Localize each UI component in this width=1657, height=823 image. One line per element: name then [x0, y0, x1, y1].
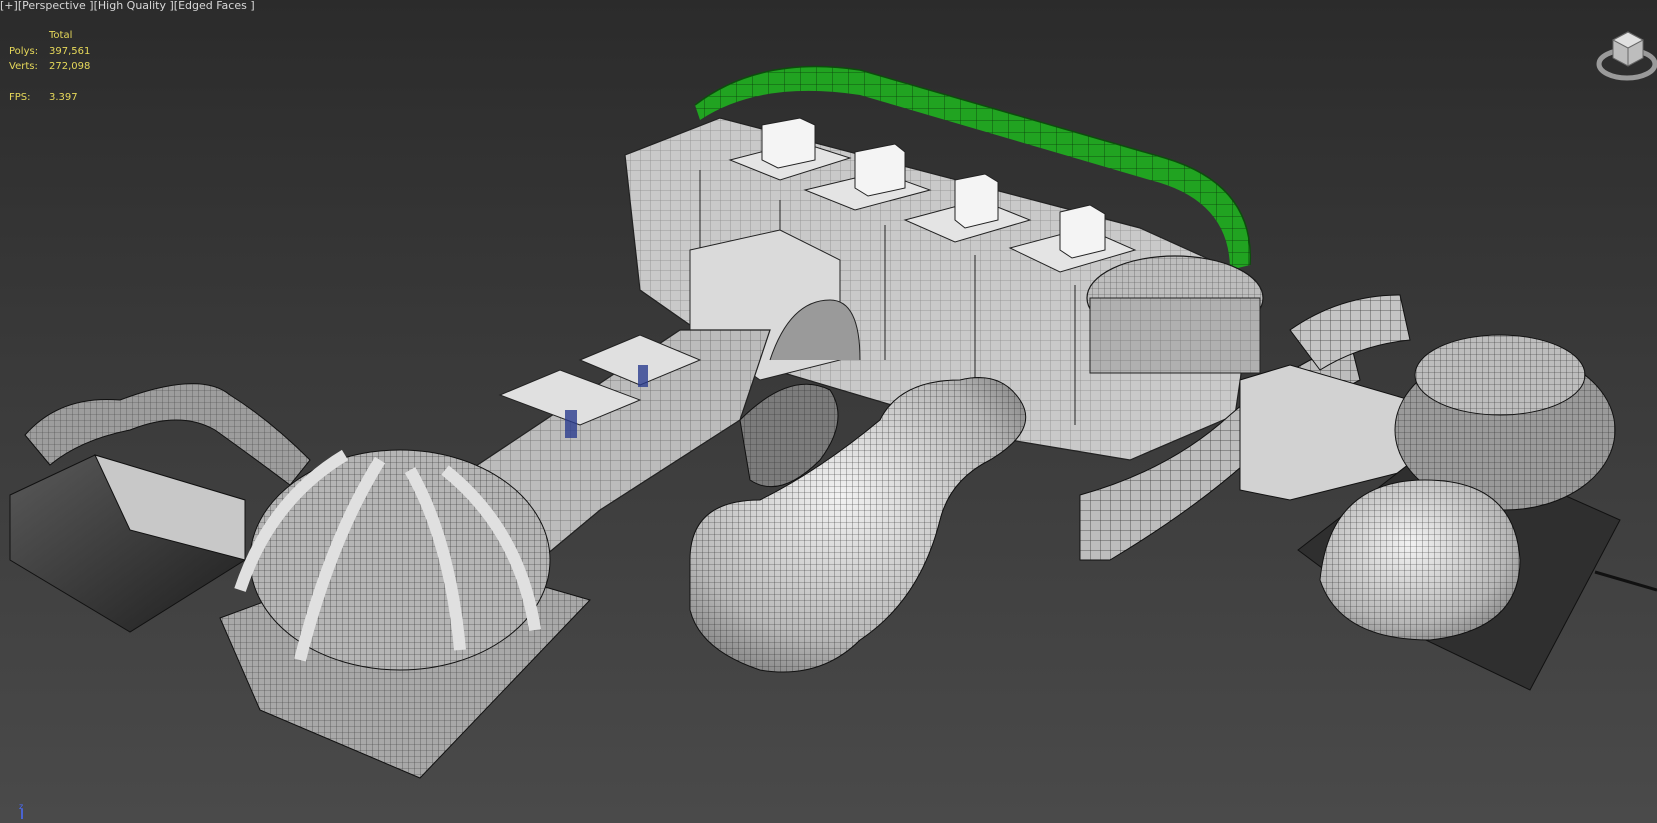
organic-blob-structure[interactable] [689, 377, 1027, 673]
stats-polys-row: Polys: 397,561 [9, 44, 129, 60]
viewport-general-menu[interactable]: [+] [0, 0, 18, 12]
polys-label: Polys: [9, 45, 39, 57]
axis-tripod-icon: z [16, 802, 30, 819]
axis-z-label: z [19, 803, 23, 811]
fps-label: FPS: [9, 91, 31, 103]
viewcube-icon[interactable] [1583, 22, 1657, 86]
statistics-overlay: Total Polys: 397,561 Verts: 272,098 FPS:… [9, 28, 129, 105]
fps-value: 3.397 [49, 91, 78, 103]
verts-label: Verts: [9, 61, 38, 72]
stats-verts-row: Verts: 272,098 [9, 59, 129, 75]
viewport-point-of-view-menu[interactable]: [Perspective ] [18, 0, 94, 12]
stats-fps-row: FPS: 3.397 [9, 90, 129, 106]
viewport-edges-menu[interactable]: [Edged Faces ] [174, 0, 255, 12]
perspective-viewport[interactable]: [+] [Perspective ] [High Quality ] [Edge… [0, 0, 1657, 823]
scene-canvas[interactable] [0, 0, 1657, 823]
viewport-shading-menu[interactable]: [High Quality ] [94, 0, 174, 12]
stats-header: Total [49, 30, 73, 41]
verts-value: 272,098 [49, 61, 91, 72]
polys-value: 397,561 [49, 45, 91, 57]
viewport-label-menu[interactable]: [+] [Perspective ] [High Quality ] [Edge… [0, 0, 255, 12]
